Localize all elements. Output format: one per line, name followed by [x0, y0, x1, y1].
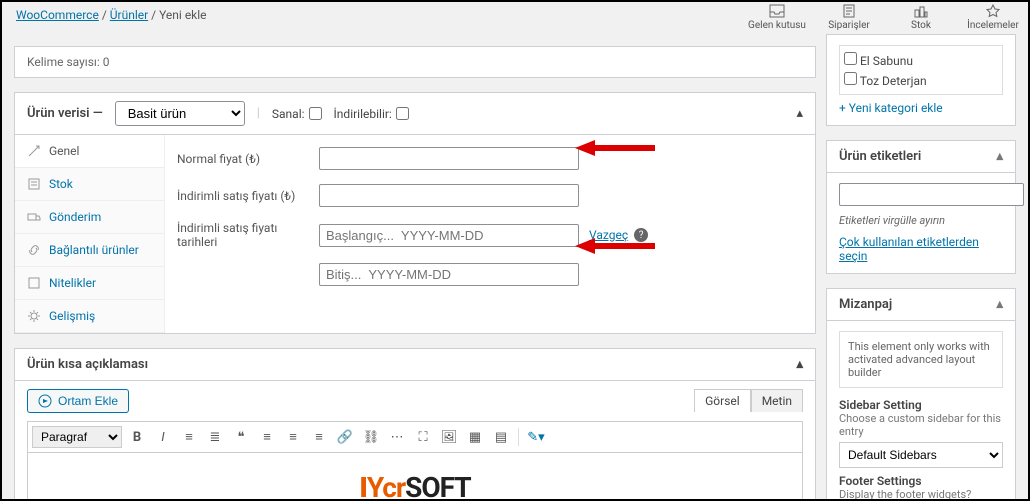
- logo: IYcrSOFT İnternetteki Gücünüz: [359, 471, 470, 501]
- admin-toolbar: Gelen kutusu Siparişler Stok İncelemeler: [748, 4, 1022, 31]
- category-item[interactable]: El Sabunu: [844, 50, 998, 70]
- short-desc-title: Ürün kısa açıklaması: [27, 357, 148, 372]
- align-right-button[interactable]: ≡: [308, 426, 330, 448]
- align-left-button[interactable]: ≡: [256, 426, 278, 448]
- wand-button[interactable]: ✎▾: [525, 426, 547, 448]
- fullscreen-button[interactable]: ⛶: [412, 426, 434, 448]
- number-list-button[interactable]: ≣: [204, 426, 226, 448]
- regular-price-label: Normal fiyat (₺): [177, 152, 319, 166]
- tab-advanced[interactable]: Gelişmiş: [15, 300, 164, 333]
- tags-title: Ürün etiketleri: [839, 149, 921, 164]
- link-button[interactable]: 🔗: [334, 426, 356, 448]
- italic-button[interactable]: I: [152, 426, 174, 448]
- categories-panel: El Sabunu Toz Deterjan + Yeni kategori e…: [826, 34, 1016, 126]
- panel-toggle-icon[interactable]: ▴: [796, 106, 803, 121]
- stock-button[interactable]: Stok: [892, 4, 950, 31]
- sale-price-input[interactable]: [319, 184, 579, 207]
- product-data-tabs: Genel Stok Gönderim Bağlantılı ürünler N…: [15, 135, 165, 333]
- inbox-button[interactable]: Gelen kutusu: [748, 4, 806, 31]
- visual-tab[interactable]: Görsel: [694, 389, 751, 412]
- breadcrumb-products[interactable]: Ürünler: [110, 8, 148, 22]
- product-data-title: Ürün verisi —: [27, 106, 103, 121]
- tab-shipping[interactable]: Gönderim: [15, 201, 164, 234]
- tab-general[interactable]: Genel: [15, 135, 164, 168]
- category-list[interactable]: El Sabunu Toz Deterjan: [839, 45, 1003, 95]
- footer-setting-label: Footer Settings: [839, 474, 1003, 488]
- unlink-button[interactable]: ⛓: [360, 426, 382, 448]
- tags-panel: Ürün etiketleri ▴ Ekle Etiketleri virgül…: [826, 140, 1016, 274]
- sale-end-input[interactable]: [319, 263, 579, 286]
- editor-content[interactable]: IYcrSOFT İnternetteki Gücünüz: [27, 453, 803, 501]
- editor-toolbar: Paragraf B I ≡ ≣ ❝ ≡ ≡ ≡ 🔗 ⛓ ⋯ ⛶ 🖼 ▦ ▤ ✎…: [27, 421, 803, 453]
- more-button[interactable]: ⋯: [386, 426, 408, 448]
- tag-hint: Etiketleri virgülle ayırın: [839, 214, 1003, 227]
- toggle-toolbar-button[interactable]: ▤: [490, 426, 512, 448]
- annotation-arrow: [575, 236, 655, 256]
- product-type-select[interactable]: Basit ürün: [115, 101, 245, 126]
- tab-stock[interactable]: Stok: [15, 168, 164, 201]
- format-select[interactable]: Paragraf: [32, 426, 122, 448]
- bold-button[interactable]: B: [126, 426, 148, 448]
- panel-toggle-icon[interactable]: ▴: [996, 297, 1003, 312]
- regular-price-input[interactable]: [319, 147, 579, 170]
- reviews-button[interactable]: İncelemeler: [964, 4, 1022, 31]
- align-center-button[interactable]: ≡: [282, 426, 304, 448]
- breadcrumb-woocommerce[interactable]: WooCommerce: [16, 8, 99, 22]
- breadcrumb: WooCommerce / Ürünler / Yeni ekle: [16, 8, 207, 22]
- panel-toggle-icon[interactable]: ▴: [796, 357, 803, 372]
- virtual-checkbox[interactable]: Sanal:: [272, 107, 322, 121]
- downloadable-checkbox[interactable]: İndirilebilir:: [334, 107, 409, 121]
- tab-attributes[interactable]: Nitelikler: [15, 267, 164, 300]
- short-description-panel: Ürün kısa açıklaması ▴ Ortam Ekle Görsel…: [14, 348, 816, 501]
- quote-button[interactable]: ❝: [230, 426, 252, 448]
- footer-setting-desc: Display the footer widgets?: [839, 488, 1003, 501]
- tab-linked[interactable]: Bağlantılı ürünler: [15, 234, 164, 267]
- sidebar-setting-desc: Choose a custom sidebar for this entry: [839, 412, 1003, 438]
- add-category-link[interactable]: + Yeni kategori ekle: [839, 101, 943, 115]
- sale-dates-label: İndirimli satış fiyatı tarihleri: [177, 221, 319, 249]
- tag-input[interactable]: [839, 183, 1024, 206]
- layout-title: Mizanpaj: [839, 297, 892, 312]
- panel-toggle-icon[interactable]: ▴: [996, 149, 1003, 164]
- sidebar-setting-label: Sidebar Setting: [839, 398, 1003, 412]
- layout-panel: Mizanpaj ▴ This element only works with …: [826, 288, 1016, 501]
- sidebar-select[interactable]: Default Sidebars: [839, 442, 1003, 468]
- orders-button[interactable]: Siparişler: [820, 4, 878, 31]
- annotation-arrow: [575, 138, 655, 158]
- bullet-list-button[interactable]: ≡: [178, 426, 200, 448]
- sale-price-label: İndirimli satış fiyatı (₺): [177, 189, 319, 203]
- product-data-panel: Ürün verisi — Basit ürün | Sanal: İndiri…: [14, 92, 816, 334]
- text-tab[interactable]: Metin: [751, 389, 803, 412]
- shortcode-button[interactable]: ▦: [464, 426, 486, 448]
- layout-note: This element only works with activated a…: [839, 331, 1003, 388]
- sale-start-input[interactable]: [319, 224, 579, 247]
- word-count: Kelime sayısı: 0: [14, 46, 816, 78]
- breadcrumb-current: Yeni ekle: [159, 8, 206, 22]
- add-media-button[interactable]: Ortam Ekle: [27, 389, 129, 413]
- category-item[interactable]: Toz Deterjan: [844, 70, 998, 90]
- image-button[interactable]: 🖼: [438, 426, 460, 448]
- popular-tags-link[interactable]: Çok kullanılan etiketlerden seçin: [839, 235, 979, 263]
